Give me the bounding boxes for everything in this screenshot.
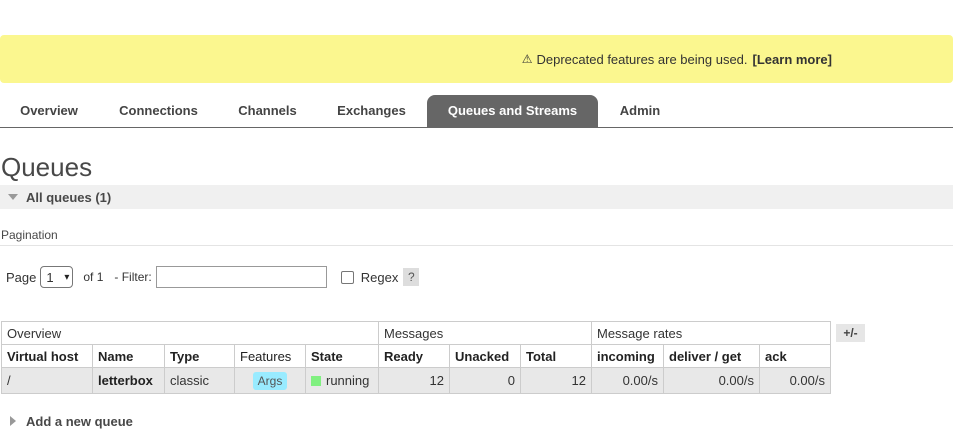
tab-admin[interactable]: Admin <box>598 95 682 127</box>
chevron-updown-icon: ▾ <box>64 271 70 283</box>
column-header[interactable]: ack <box>759 344 831 368</box>
column-header[interactable]: Virtual host <box>1 344 93 368</box>
group-header-overview: Overview <box>1 321 379 345</box>
column-header[interactable]: Unacked <box>449 344 521 368</box>
column-header[interactable]: incoming <box>591 344 664 368</box>
page-select[interactable]: 1 ▾ <box>40 266 74 288</box>
learn-more-link[interactable]: [Learn more] <box>753 52 832 67</box>
cell-virtual-host: / <box>1 367 93 394</box>
column-header[interactable]: Name <box>92 344 165 368</box>
cell-ack-rate: 0.00/s <box>759 367 831 394</box>
queues-table: Overview Messages Message rates Virtual … <box>1 321 831 394</box>
page-label: Page <box>6 269 37 285</box>
column-header[interactable]: deliver / get <box>663 344 760 368</box>
regex-help-button[interactable]: ? <box>403 268 420 286</box>
group-header-message-rates: Message rates <box>591 321 831 345</box>
tab-exchanges[interactable]: Exchanges <box>316 95 427 127</box>
table-row[interactable]: / letterbox classic Args running 12 0 12… <box>1 367 831 394</box>
warning-icon: ⚠ <box>521 52 533 66</box>
args-badge[interactable]: Args <box>252 371 288 390</box>
state-indicator-icon <box>311 376 321 386</box>
add-queue-section-toggle[interactable]: Add a new queue <box>10 411 133 431</box>
cell-deliver-get-rate: 0.00/s <box>663 367 760 394</box>
toggle-columns-button[interactable]: +/- <box>836 324 865 342</box>
chevron-right-icon <box>10 416 16 426</box>
page-select-value: 1 <box>46 269 54 285</box>
filter-label: - Filter: <box>114 270 152 284</box>
section-title: All queues (1) <box>26 189 112 205</box>
tab-channels[interactable]: Channels <box>219 95 316 127</box>
queue-name-link[interactable]: letterbox <box>98 373 153 388</box>
cell-type: classic <box>164 367 235 394</box>
main-nav-tabs: Overview Connections Channels Exchanges … <box>0 95 953 128</box>
column-header[interactable]: Total <box>520 344 592 368</box>
deprecation-banner: ⚠ Deprecated features are being used. [L… <box>0 35 953 83</box>
cell-total: 12 <box>520 367 592 394</box>
all-queues-section-toggle[interactable]: All queues (1) <box>0 185 953 209</box>
divider <box>0 245 953 246</box>
column-header: Features <box>234 344 306 368</box>
column-header[interactable]: Ready <box>378 344 450 368</box>
cell-unacked: 0 <box>449 367 521 394</box>
column-header[interactable]: State <box>305 344 379 368</box>
chevron-down-icon <box>8 194 18 200</box>
cell-state: running <box>326 373 370 388</box>
page-title: Queues <box>1 152 93 182</box>
cell-ready: 12 <box>378 367 450 394</box>
tab-connections[interactable]: Connections <box>98 95 219 127</box>
regex-checkbox[interactable] <box>340 270 354 284</box>
tab-overview[interactable]: Overview <box>0 95 98 127</box>
add-queue-label: Add a new queue <box>26 413 133 429</box>
filter-input[interactable] <box>155 266 327 288</box>
pagination-label: Pagination <box>1 228 58 242</box>
group-header-messages: Messages <box>378 321 592 345</box>
regex-label: Regex <box>360 269 399 285</box>
column-header[interactable]: Type <box>164 344 235 368</box>
pager-controls: Page 1 ▾ of 1 - Filter: Regex ? <box>6 264 420 290</box>
banner-message: Deprecated features are being used. <box>536 51 748 67</box>
page-count: of 1 <box>83 270 104 284</box>
cell-incoming-rate: 0.00/s <box>591 367 664 394</box>
tab-queues-and-streams[interactable]: Queues and Streams <box>427 95 598 127</box>
